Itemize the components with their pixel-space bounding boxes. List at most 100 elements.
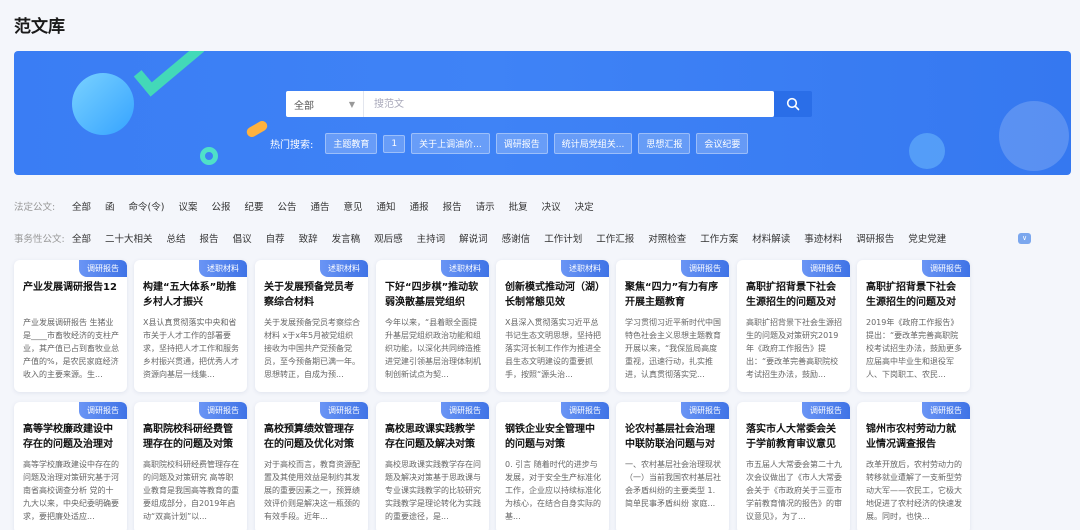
filter-option[interactable]: 报告 [443, 199, 462, 213]
card-excerpt: 关于发展预备党员考察综合材料 x于x年5月被党组织接收为中国共产党预备党员，至今… [264, 318, 360, 379]
article-card[interactable]: 述职材料下好“四步棋”推动软弱涣散基层党组织整... 今年以来，“县着眼全面提升基… [376, 260, 489, 392]
filter-label: 法定公文: [14, 202, 56, 213]
card-title: 创新模式推动河（湖）长制常態见效 [505, 282, 600, 308]
article-card[interactable]: 调研报告落实市人大常委会关于学前教育审议意见的... 市五届人大常委会第二十九次会… [737, 402, 850, 530]
category-badge: 调研报告 [561, 402, 609, 419]
filter-option[interactable]: 调研报告 [856, 231, 894, 245]
hot-search-tag[interactable]: 统计局党组关... [553, 133, 633, 154]
card-excerpt: 高职院校科研经费管理存在的问题及对策研究 高等职业教育是我国高等教育的重要组成部… [143, 460, 239, 521]
filter-option[interactable]: 通告 [311, 199, 330, 213]
card-excerpt: 市五届人大常委会第二十九次会议做出了《市人大常委会关于《市政府关于三亚市学前教育… [746, 460, 842, 521]
circle-decoration [72, 73, 134, 135]
card-excerpt: 一、农村基层社会治理现状（一）当前我国农村基层社会矛盾纠纷的主要类型 1. 简单… [625, 460, 721, 508]
article-card[interactable]: 述职材料 构建“五大体系”助推乡村人才振兴 X县认真贯彻落实中央和省市关于人才工作的… [134, 260, 247, 392]
hot-search-tag[interactable]: 1 [383, 134, 406, 153]
filter-option[interactable]: 工作汇报 [596, 231, 634, 245]
hot-search-tag[interactable]: 关于上调油价... [411, 133, 490, 154]
filter-option[interactable]: 自荐 [266, 231, 285, 245]
card-title: 下好“四步棋”推动软弱涣散基层党组织整... [385, 282, 479, 308]
category-badge: 调研报告 [802, 260, 850, 277]
filter-option[interactable]: 决议 [542, 199, 561, 213]
filter-option[interactable]: 通报 [410, 199, 429, 213]
hot-search-tag[interactable]: 调研报告 [495, 133, 548, 154]
filter-option[interactable]: 全部 [72, 231, 91, 245]
card-title: 构建“五大体系”助推乡村人才振兴 [143, 282, 237, 308]
category-badge: 调研报告 [922, 260, 970, 277]
article-card[interactable]: 调研报告高校思政课实践教学存在问题及解决对策基... 高校思政课实践教学存在问题及… [376, 402, 489, 530]
article-card[interactable]: 调研报告高校预算绩效管理存在的问题及优化对策探析对于高校而言，教育资源配置及其使… [255, 402, 368, 530]
filter-option[interactable]: 总结 [167, 231, 186, 245]
filter-option[interactable]: 意见 [344, 199, 363, 213]
filter-option[interactable]: 主持词 [417, 231, 446, 245]
search-button[interactable] [774, 91, 812, 117]
filter-option[interactable]: 倡议 [233, 231, 252, 245]
card-excerpt: 学习贯彻习近平新时代中国特色社会主义思想主题教育开展以来，“我保监局高度重视，迅… [625, 318, 721, 379]
card-excerpt: 2019年《政府工作报告》提出：“要改革完善高职院校考试招生办法，鼓励更多应届高… [866, 318, 962, 379]
filter-option[interactable]: 工作方案 [700, 231, 738, 245]
filter-option[interactable]: 决定 [575, 199, 594, 213]
filter-option[interactable]: 函 [105, 199, 115, 213]
article-card[interactable]: 调研报告高职扩招背景下社会生源招生的问题及对策... 高职扩招背景下社会生源招生的… [737, 260, 850, 392]
card-title: 高等学校廉政建设中存在的问题及治理对策... [23, 424, 113, 450]
article-card[interactable]: 述职材料 关于发展预备党员考察综合材料 关于发展预备党员考察综合材料 x于x年5月被… [255, 260, 368, 392]
article-card[interactable]: 调研报告 锦州市农村劳动力就业情况调查报告 改革开放后，农村劳动力的转移就业遭解了一… [857, 402, 970, 530]
legal-document-filter: 法定公文: 全部函命令(令) 议案 公报 纪要 公告 通告 意见 通知 通报 报告 请示 批复 决议 决定 [14, 199, 608, 213]
article-card[interactable]: 调研报告高等学校廉政建设中存在的问题及治理对策... 高等学校廉政建设中存在的问题… [14, 402, 127, 530]
filter-option[interactable]: 致辞 [299, 231, 318, 245]
filter-option[interactable]: 工作计划 [544, 231, 582, 245]
circle-decoration [999, 101, 1069, 171]
search-banner: 全部 ▼ 热门搜索: 主题教育 1 关于上调油价...调研报告统计局党组关...思想… [14, 51, 1071, 175]
category-badge: 调研报告 [199, 402, 247, 419]
filter-option[interactable]: 通知 [377, 199, 396, 213]
filter-label: 事务性公文: [14, 234, 65, 245]
hot-search-tag[interactable]: 会议纪要 [696, 133, 749, 154]
article-card[interactable]: 调研报告论农村基层社会治理中联防联治问题与对策一、农村基层社会治理现状（一）当前… [616, 402, 729, 530]
filter-option[interactable]: 报告 [200, 231, 219, 245]
article-card[interactable]: 调研报告高职扩招背景下社会生源招生的问题及对策... 2019年《政府工作报告》提… [857, 260, 970, 392]
filter-option[interactable]: 事迹材料 [804, 231, 842, 245]
filter-option[interactable]: 议案 [178, 199, 197, 213]
category-badge: 调研报告 [441, 402, 489, 419]
category-badge: 述职材料 [320, 260, 368, 277]
card-title: 落实市人大常委会关于学前教育审议意见的... [746, 424, 836, 450]
hot-search-row: 热门搜索: 主题教育 1 关于上调油价... 调研报告 统计局党组关... 思想汇报 会议纪… [270, 133, 749, 154]
checkmark-decoration [133, 51, 205, 97]
affairs-document-filter: 事务性公文: 全部 二十大相关 总结 报告 倡议 自荐 致辞 发言稿 观后感 主持词 解说词 感谢信工… [14, 231, 960, 245]
filter-option[interactable]: 命令(令) [129, 199, 165, 213]
article-card[interactable]: 调研报告 产业发展调研报告12 产业发展调研报告 生猪业是____市畜牧经济的支柱产… [14, 260, 127, 392]
filter-option[interactable]: 感谢信 [502, 231, 531, 245]
filter-option[interactable]: 发言稿 [332, 231, 361, 245]
card-excerpt: 高校思政课实践教学存在问题及解决对策基于思政课与专业课实践教学的比较研究 实践教… [385, 460, 481, 521]
card-excerpt: 改革开放后，农村劳动力的转移就业遭解了一支新型劳动大军——农民工，它极大地促进了… [866, 460, 962, 521]
filter-option[interactable]: 解说词 [459, 231, 488, 245]
hot-search-tag[interactable]: 主题教育 [325, 133, 378, 154]
filter-option[interactable]: 材料解读 [752, 231, 790, 245]
category-badge: 述职材料 [441, 260, 489, 277]
search-input[interactable] [364, 91, 774, 117]
hot-search-tag[interactable]: 思想汇报 [638, 133, 691, 154]
card-title: 论农村基层社会治理中联防联治问题与对策 [625, 424, 715, 450]
card-excerpt: 高职扩招背景下社会生源招生的问题及对策研究2019年《政府工作报告》提出：“要改… [746, 318, 842, 379]
article-card[interactable]: 述职材料 创新模式推动河（湖）长制常態见效 X县深入贯彻落实习近平总书记生态文明思想… [496, 260, 609, 392]
expand-filter-button[interactable]: ∨ [1018, 233, 1031, 244]
filter-option[interactable]: 全部 [72, 199, 91, 213]
filter-option[interactable]: 二十大相关 [105, 231, 153, 245]
filter-option[interactable]: 公告 [278, 199, 297, 213]
card-title: 锦州市农村劳动力就业情况调查报告 [866, 424, 956, 450]
filter-option[interactable]: 对照检查 [648, 231, 686, 245]
category-badge: 述职材料 [199, 260, 247, 277]
search-scope-select[interactable]: 全部 ▼ [286, 91, 364, 117]
ring-decoration [200, 147, 218, 165]
filter-option[interactable]: 党史党建 [908, 231, 946, 245]
filter-option[interactable]: 纪要 [244, 199, 263, 213]
article-card[interactable]: 调研报告高职院校科研经费管理存在的问题及对策研究高职院校科研经费管理存在的问题及… [134, 402, 247, 530]
article-card[interactable]: 调研报告 钢铁企业安全管理中的问题与对策 0. 引言 随着时代的进步与发展，对于安全… [496, 402, 609, 530]
filter-option[interactable]: 批复 [509, 199, 528, 213]
filter-option[interactable]: 请示 [476, 199, 495, 213]
article-card[interactable]: 调研报告 聚焦“四力”有力有序开展主题教育 学习贯彻习近平新时代中国特色社会主义思想… [616, 260, 729, 392]
card-excerpt: 今年以来，“县着眼全面提升基层党组织政治功能和组织功能，以深化共同缔造推进党建引… [385, 318, 481, 379]
card-excerpt: 产业发展调研报告 生猪业是____市畜牧经济的支柱产业，其产值已占到畜牧业总产值… [23, 318, 119, 379]
category-badge: 调研报告 [681, 260, 729, 277]
filter-option[interactable]: 公报 [211, 199, 230, 213]
filter-option[interactable]: 观后感 [374, 231, 403, 245]
